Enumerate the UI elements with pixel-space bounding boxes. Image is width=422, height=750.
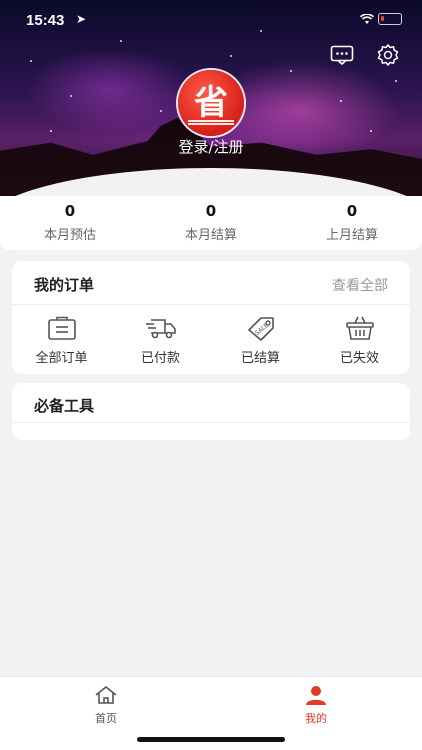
essential-tools-card: 必备工具 bbox=[12, 383, 410, 440]
stat-this-month-settled[interactable]: 0 本月结算 bbox=[141, 202, 281, 243]
settings-gear-icon[interactable] bbox=[374, 42, 402, 68]
avatar-logo[interactable]: 省 bbox=[178, 70, 244, 136]
user-icon bbox=[276, 685, 356, 709]
stat-value: 0 bbox=[64, 202, 76, 220]
view-all-orders-link[interactable]: 查看全部 bbox=[332, 275, 388, 295]
svg-text:SALE: SALE bbox=[253, 322, 269, 337]
tab-mine-label: 我的 bbox=[305, 712, 327, 725]
essential-tools-header: 必备工具 bbox=[12, 383, 410, 423]
order-filter-label: 已失效 bbox=[339, 351, 379, 366]
order-filter-all[interactable]: 全部订单 bbox=[12, 313, 111, 366]
basket-icon bbox=[310, 313, 409, 343]
tab-mine[interactable]: 我的 bbox=[276, 685, 356, 726]
wifi-icon bbox=[359, 13, 375, 28]
my-orders-title: 我的订单 bbox=[34, 276, 95, 294]
location-arrow-icon: ➤ bbox=[76, 12, 87, 26]
status-bar: 15:43 ➤ bbox=[0, 0, 422, 40]
sale-tag-icon: SALE bbox=[211, 313, 310, 343]
stat-label: 本月结算 bbox=[184, 228, 237, 243]
order-filter-label: 全部订单 bbox=[35, 351, 88, 366]
stat-this-month-estimate[interactable]: 0 本月预估 bbox=[0, 202, 140, 243]
avatar-logo-char: 省 bbox=[194, 82, 228, 123]
stat-value: 0 bbox=[346, 202, 358, 220]
truck-icon bbox=[111, 313, 210, 343]
status-time: 15:43 bbox=[26, 12, 65, 29]
battery-icon bbox=[378, 13, 402, 25]
stat-value: 0 bbox=[205, 202, 217, 220]
stat-last-month-settled[interactable]: 0 上月结算 bbox=[282, 202, 422, 243]
login-register-link[interactable]: 登录/注册 bbox=[0, 136, 422, 157]
home-indicator bbox=[137, 737, 285, 742]
order-filter-label: 已结算 bbox=[240, 351, 280, 366]
stat-label: 上月结算 bbox=[325, 228, 378, 243]
home-icon bbox=[66, 685, 146, 709]
order-filter-settled[interactable]: SALE 已结算 bbox=[211, 313, 310, 366]
essential-tools-title: 必备工具 bbox=[34, 397, 95, 415]
my-orders-card: 我的订单 查看全部 全部订单 已付款 SALE 已结算 已失效 bbox=[12, 261, 410, 374]
tab-home-label: 首页 bbox=[95, 712, 117, 725]
stat-label: 本月预估 bbox=[43, 228, 96, 243]
message-icon[interactable] bbox=[328, 42, 356, 68]
tab-home[interactable]: 首页 bbox=[66, 685, 146, 726]
order-filter-paid[interactable]: 已付款 bbox=[111, 313, 210, 366]
order-filter-invalid[interactable]: 已失效 bbox=[310, 313, 409, 366]
order-filter-label: 已付款 bbox=[140, 351, 180, 366]
all-orders-icon bbox=[12, 313, 111, 343]
my-orders-header: 我的订单 查看全部 bbox=[12, 261, 410, 305]
earnings-stats: 0 本月预估 0 本月结算 0 上月结算 bbox=[0, 196, 422, 250]
